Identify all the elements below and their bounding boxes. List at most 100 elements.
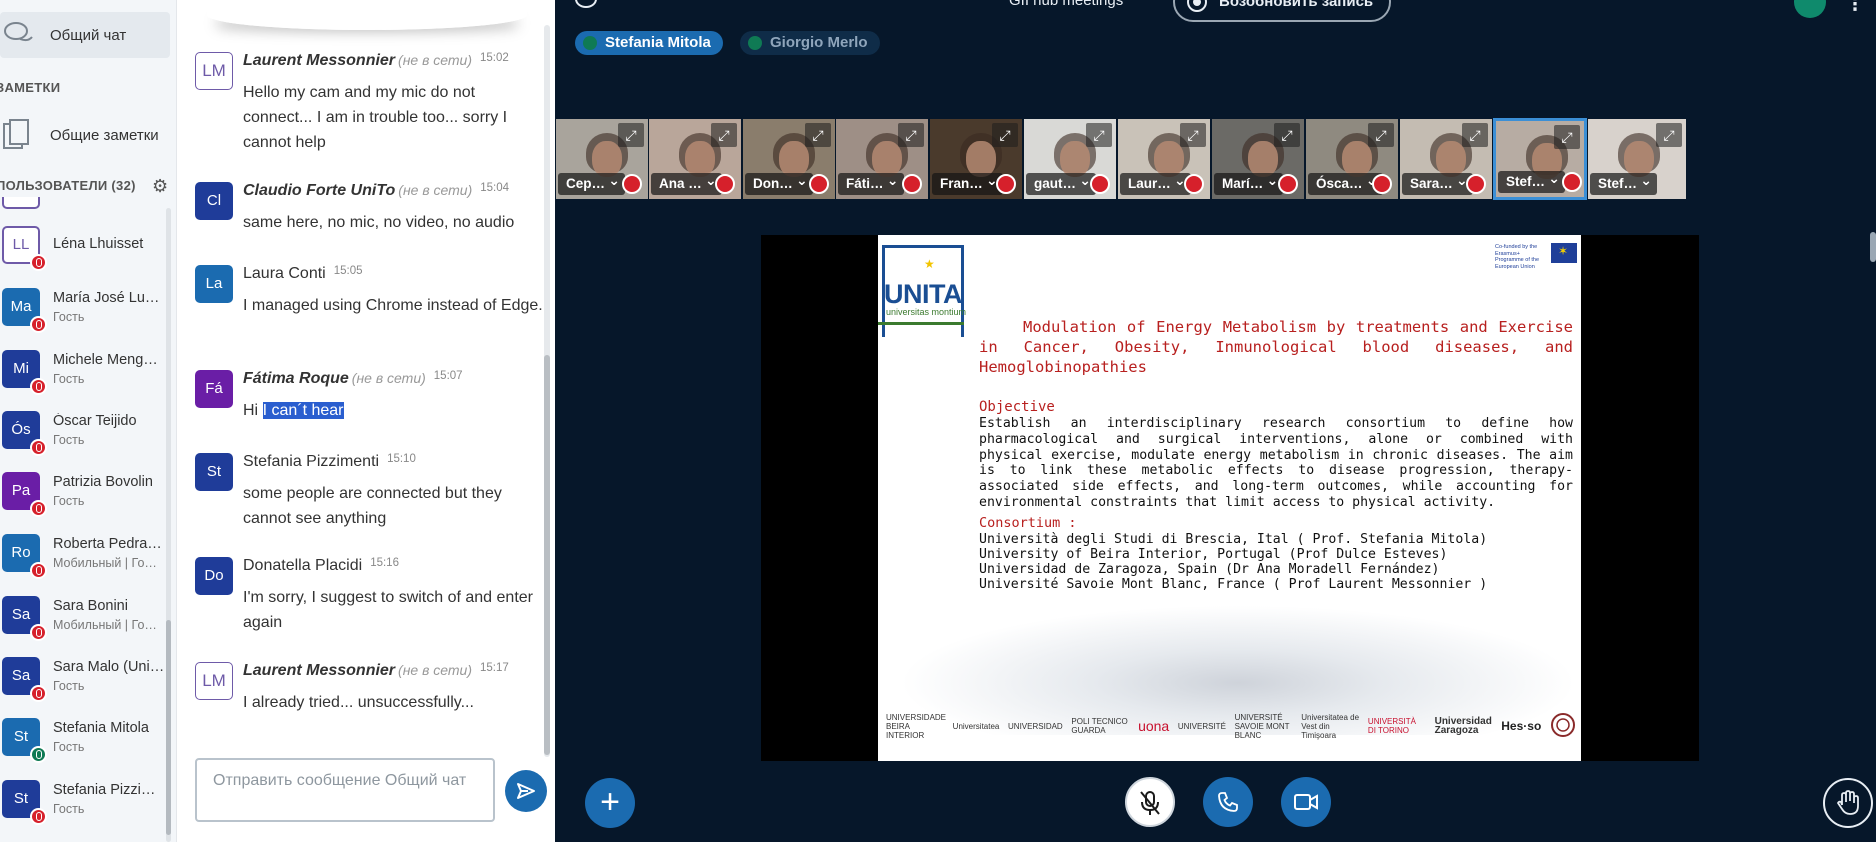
avatar: Do <box>195 557 233 595</box>
video-tile[interactable]: ⤢ Cep… <box>555 118 649 200</box>
mic-muted-icon <box>715 174 735 194</box>
video-tile[interactable]: ⤢ Stef… <box>1493 118 1587 200</box>
presentation-frame: ★ UNITA universitas montium Co-funded by… <box>761 235 1699 761</box>
user-icon[interactable] <box>575 0 597 8</box>
avatar: St <box>195 453 233 491</box>
user-list-item[interactable]: Pa Patrizia Bovolin Гость <box>0 460 168 520</box>
expand-icon[interactable]: ⤢ <box>1180 123 1206 147</box>
chat-message: Cl Claudio Forte UniTo (не в сети) 15:04 sam… <box>195 182 545 272</box>
chat-message: St Stefania Pizzimenti 15:10 some people ar… <box>195 453 545 543</box>
user-list-item[interactable]: Mi Michele Meng… Гость <box>0 338 168 398</box>
partner-logo: uona <box>1138 717 1170 734</box>
video-tile-name[interactable]: Sara… <box>1402 173 1473 195</box>
user-list-item[interactable]: Ós Óscar Teijido Гость <box>0 399 168 459</box>
video-tile-name[interactable]: Cep… <box>558 173 626 195</box>
video-tile[interactable]: ⤢ Ósca… <box>1305 118 1399 200</box>
user-list-scroll-thumb[interactable] <box>166 620 171 835</box>
send-button[interactable] <box>505 770 547 812</box>
video-tile-name[interactable]: Fran… <box>932 173 1003 195</box>
video-tile[interactable]: ⤢ Marí… <box>1211 118 1305 200</box>
video-tile[interactable]: ⤢ Laur… <box>1117 118 1211 200</box>
video-tile[interactable]: ⤢ Ana … <box>648 118 742 200</box>
participant-face <box>872 141 902 177</box>
video-tile[interactable]: ⤢ gaut… <box>1023 118 1117 200</box>
sender-name: Stefania Pizzimenti <box>243 453 380 470</box>
video-tile[interactable]: ⤢ Stef… <box>1587 118 1687 200</box>
camera-button[interactable] <box>1281 777 1331 827</box>
video-tile-name[interactable]: Laur… <box>1120 173 1191 195</box>
user-list-item[interactable]: LL Léna Lhuisset <box>0 214 168 274</box>
expand-icon[interactable]: ⤢ <box>805 123 831 147</box>
expand-icon[interactable]: ⤢ <box>711 123 737 147</box>
actions-button[interactable]: + <box>585 778 635 828</box>
user-list-item[interactable]: Ma María José Lu… Гость <box>0 276 168 336</box>
user-name: Óscar Teijido <box>53 413 137 429</box>
video-tile-name[interactable]: Marí… <box>1214 173 1284 195</box>
video-tile[interactable]: ⤢ Fáti… <box>835 118 929 200</box>
talking-indicator[interactable]: Giorgio Merlo <box>740 31 880 55</box>
chat-icon <box>2 20 36 50</box>
talking-indicator-active[interactable]: Stefania Mitola <box>575 31 723 55</box>
gear-icon[interactable]: ⚙ <box>152 176 172 196</box>
record-button[interactable]: Возобновить запись <box>1173 0 1391 22</box>
user-name: Sara Malo (Uni… <box>53 659 165 675</box>
user-list-item[interactable]: St Stefania Pizzi… Гость <box>0 768 168 828</box>
sender-name: Claudio Forte UniTo <box>243 182 396 199</box>
objective-heading: Objective <box>979 399 1055 415</box>
offline-status: (не в сети) <box>398 662 473 678</box>
mic-muted-icon <box>1090 174 1110 194</box>
page-scrollbar[interactable] <box>1870 232 1876 262</box>
video-tile[interactable]: ⤢ Sara… <box>1399 118 1493 200</box>
expand-icon[interactable]: ⤢ <box>898 123 924 147</box>
chat-message: La Laura Conti 15:05 I managed using Chrome… <box>195 265 547 355</box>
mute-button[interactable] <box>1125 777 1175 827</box>
raise-hand-button[interactable] <box>1823 778 1873 828</box>
video-tile[interactable]: ⤢ Fran… <box>929 118 1023 200</box>
shared-notes-item[interactable]: Общие заметки <box>0 115 176 155</box>
mic-muted-icon <box>1184 174 1204 194</box>
user-list-item[interactable]: St Stefania Mitola Гость <box>0 706 168 766</box>
video-tile-name[interactable]: gaut… <box>1026 173 1096 195</box>
message-time: 15:17 <box>480 662 509 674</box>
talker-name: Giorgio Merlo <box>770 34 868 51</box>
mic-off-icon <box>1140 791 1160 815</box>
participant-face <box>1248 141 1278 177</box>
chat-message: Fá Fátima Roque (не в сети) 15:07 Hi I can´t… <box>195 370 545 460</box>
video-tile-name[interactable]: Stef… <box>1498 171 1566 193</box>
expand-icon[interactable]: ⤢ <box>1086 123 1112 147</box>
user-list-item[interactable]: Sa Sara Malo (Uni… Гость <box>0 645 168 705</box>
eu-funding-text: Co-funded by the Erasmus+ Programme of t… <box>1495 244 1540 270</box>
expand-icon[interactable]: ⤢ <box>1368 123 1394 147</box>
more-options-icon[interactable]: ⋮ <box>1846 0 1864 15</box>
expand-icon[interactable]: ⤢ <box>1656 123 1682 147</box>
message-text: same here, no mic, no video, no audio <box>243 214 515 231</box>
sender-name: Laurent Messonnier <box>243 52 396 69</box>
public-chat-item[interactable]: Общий чат <box>0 12 170 58</box>
expand-icon[interactable]: ⤢ <box>1554 125 1580 149</box>
chat-scroll-thumb[interactable] <box>544 355 550 755</box>
message-header: Donatella Placidi 15:16 <box>243 557 399 575</box>
user-list-item[interactable]: Ro Roberta Pedra… Мобильный | Го… <box>0 522 168 582</box>
avatar: Cl <box>195 182 233 220</box>
presentation-slide: ★ UNITA universitas montium Co-funded by… <box>878 235 1581 761</box>
video-tile-name[interactable]: Fáti… <box>838 173 904 195</box>
video-tile-name[interactable]: Don… <box>745 173 813 195</box>
video-tile-name[interactable]: Stef… <box>1590 173 1658 195</box>
chat-panel: LM Laurent Messonnier (не в сети) 15:02 Hell… <box>176 0 555 842</box>
mic-muted-icon <box>1466 174 1486 194</box>
chat-message-input[interactable]: Отправить сообщение Общий чат <box>195 758 495 822</box>
video-tile[interactable]: ⤢ Don… <box>742 118 836 200</box>
expand-icon[interactable]: ⤢ <box>1462 123 1488 147</box>
leave-audio-button[interactable] <box>1203 777 1253 827</box>
expand-icon[interactable]: ⤢ <box>618 123 644 147</box>
mic-muted-icon <box>30 624 47 641</box>
expand-icon[interactable]: ⤢ <box>992 123 1018 147</box>
connection-status-icon[interactable] <box>1794 0 1826 18</box>
video-tile-name[interactable]: Ana … <box>651 173 722 195</box>
logo-subtitle: universitas montium <box>886 307 967 317</box>
user-name: Léna Lhuisset <box>53 236 144 252</box>
expand-icon[interactable]: ⤢ <box>1274 123 1300 147</box>
user-role: Гость <box>53 494 85 508</box>
consortium-heading: Consortium : <box>979 515 1077 531</box>
user-list-item[interactable]: Sa Sara Bonini Мобильный | Го… <box>0 584 168 644</box>
